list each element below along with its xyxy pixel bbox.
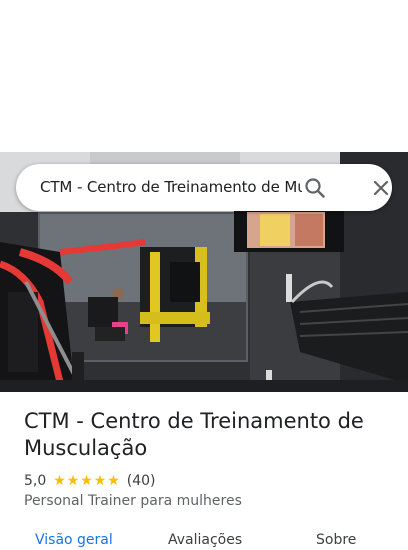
close-icon[interactable] xyxy=(368,175,394,201)
tab-about[interactable]: Sobre xyxy=(316,530,356,550)
star-icon: ★ xyxy=(93,473,107,489)
place-title: CTM - Centro de Treinamento de Musculaçã… xyxy=(24,409,364,460)
place-tabs: Visão geral Avaliações Sobre xyxy=(0,530,408,548)
rating-row[interactable]: 5,0 ★ ★ ★ ★ ★ (40) xyxy=(24,472,156,490)
star-icon: ★ xyxy=(80,473,93,489)
search-icon[interactable] xyxy=(302,175,328,201)
star-icon: ★ xyxy=(66,473,80,489)
search-bar[interactable]: CTM - Centro de Treinamento de Mu xyxy=(16,164,392,211)
map-blank-area xyxy=(0,0,408,152)
review-count[interactable]: (40) xyxy=(127,473,156,489)
star-icon: ★ xyxy=(53,473,66,489)
rating-stars: ★ ★ ★ ★ ★ xyxy=(53,474,121,488)
tab-reviews[interactable]: Avaliações xyxy=(168,530,242,550)
place-category: Personal Trainer para mulheres xyxy=(24,493,242,509)
rating-value: 5,0 xyxy=(24,473,47,489)
star-icon: ★ xyxy=(107,473,120,489)
tab-overview[interactable]: Visão geral xyxy=(35,530,113,550)
search-input[interactable]: CTM - Centro de Treinamento de Mu xyxy=(40,164,302,211)
